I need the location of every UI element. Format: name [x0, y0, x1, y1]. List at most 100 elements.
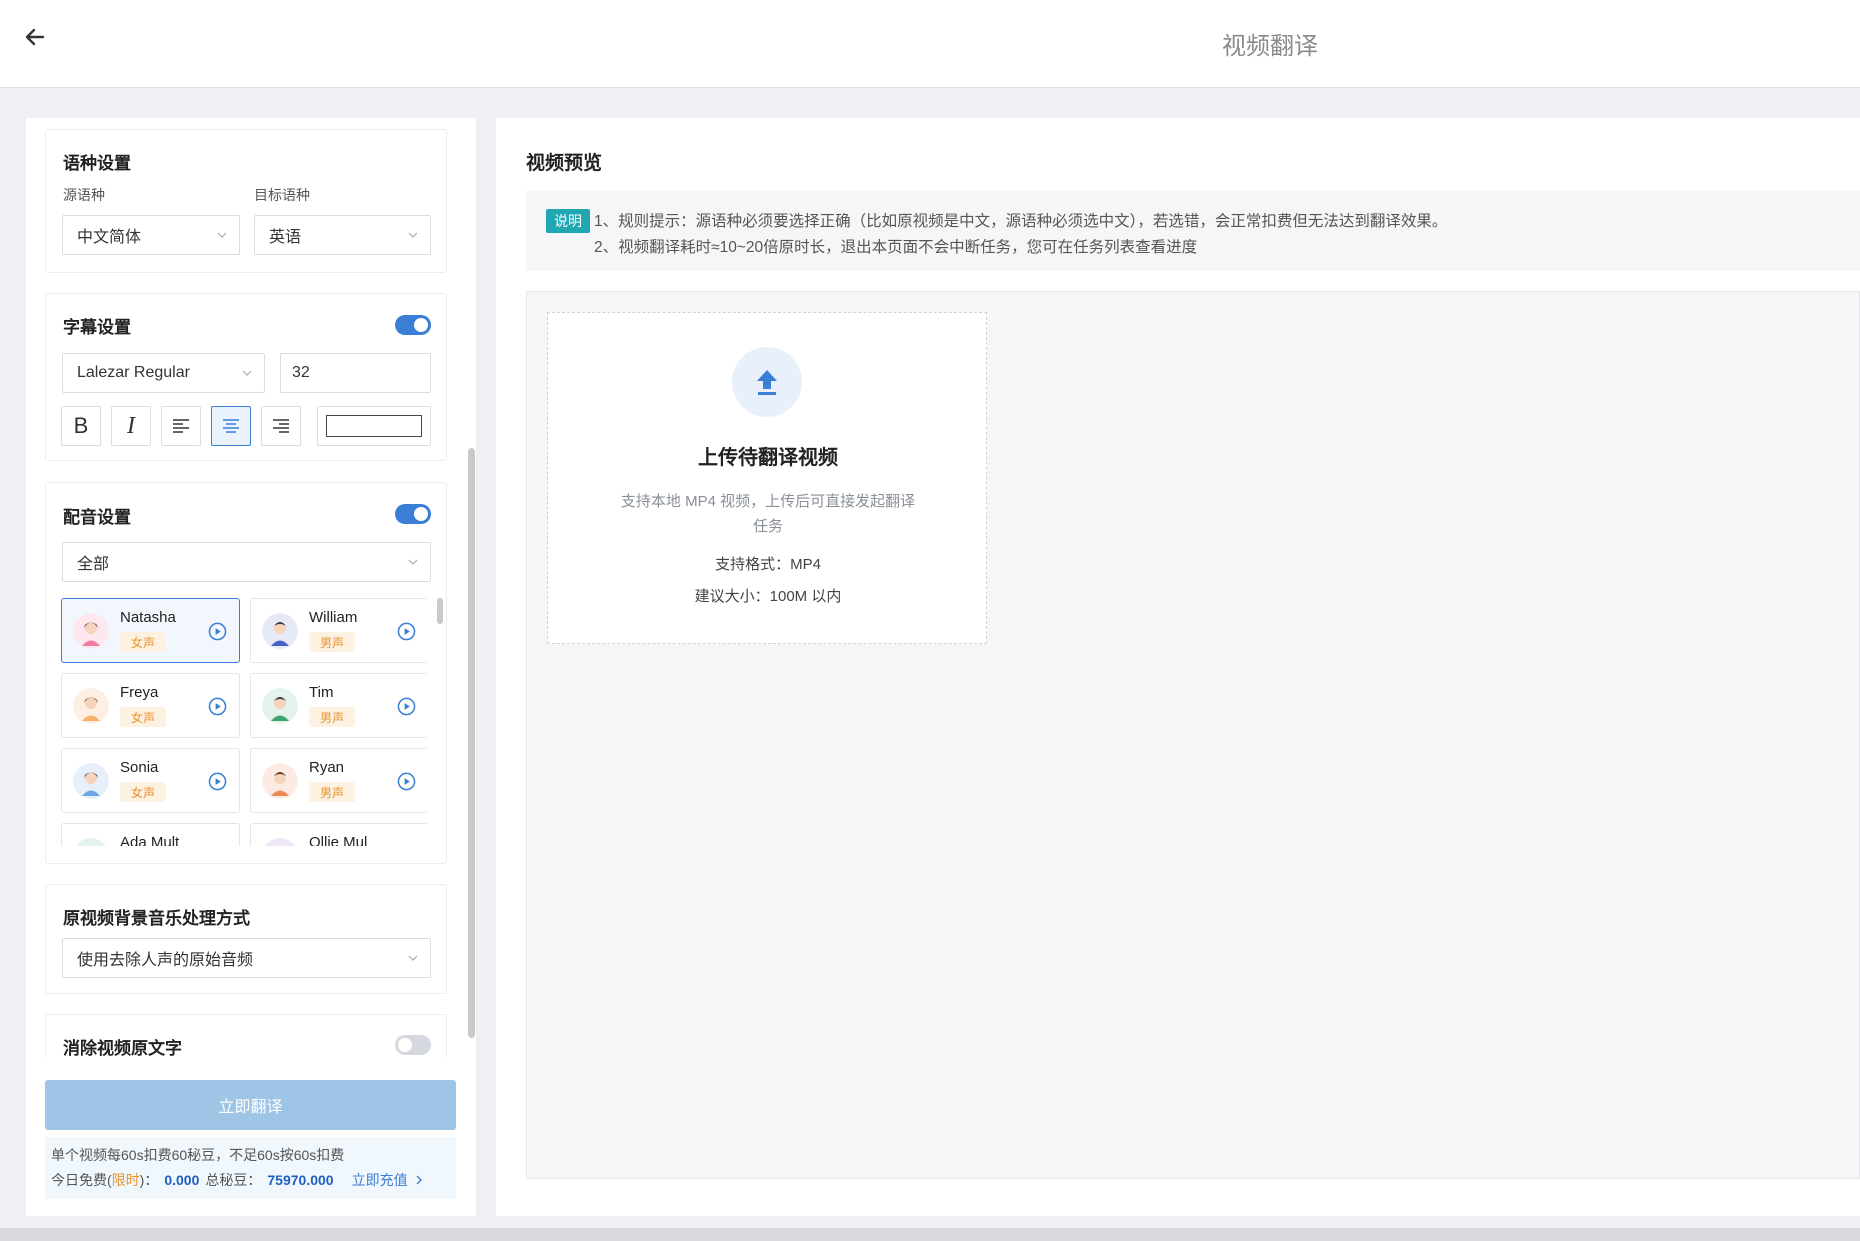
voice-filter-select[interactable]: 全部: [62, 542, 431, 582]
bold-button[interactable]: B: [61, 406, 101, 446]
upload-size-text: 建议大小：100M 以内: [694, 588, 842, 605]
subtitle-font-select[interactable]: Lalezar Regular: [62, 353, 265, 393]
align-left-button[interactable]: [161, 406, 201, 446]
chevron-down-icon: [408, 955, 418, 961]
play-icon[interactable]: [397, 622, 416, 641]
language-settings-section: 语种设置 源语种 目标语种 中文简体 英语: [45, 129, 447, 273]
settings-scroll-area[interactable]: 语种设置 源语种 目标语种 中文简体 英语 字幕设置 Lalezar Regul…: [26, 118, 476, 1058]
bgm-mode-select[interactable]: 使用去除人声的原始音频: [62, 938, 431, 978]
total-label: 总秘豆：: [205, 1172, 262, 1188]
chevron-down-icon: [242, 370, 252, 376]
erase-text-toggle[interactable]: [395, 1035, 431, 1055]
language-settings-title: 语种设置: [63, 154, 131, 173]
align-center-button[interactable]: [211, 406, 251, 446]
voice-card-natasha[interactable]: Natasha 女声: [61, 598, 240, 663]
chevron-down-icon: [408, 232, 418, 238]
voice-gender-tag: 女声: [120, 782, 166, 802]
notice-badge: 说明: [546, 209, 590, 233]
target-language-label: 目标语种: [254, 187, 310, 203]
upload-description-line-1: 支持本地 MP4 视频，上传后可直接发起翻译: [620, 493, 916, 510]
voice-name: Ada Mult: [120, 834, 180, 846]
voice-filter-value: 全部: [77, 556, 110, 573]
upload-title: 上传待翻译视频: [698, 447, 838, 469]
notice-box: 说明 1、规则提示：源语种必须要选择正确（比如原视频是中文，源语种必须选中文），…: [526, 191, 1860, 271]
subtitle-size-input[interactable]: 32: [280, 353, 431, 393]
recharge-label: 立即充值: [351, 1172, 408, 1188]
align-right-button[interactable]: [261, 406, 301, 446]
female-avatar-icon: [73, 763, 109, 799]
notice-line-2: 2、视频翻译耗时≈10~20倍原时长，退出本页面不会中断任务，您可在任务列表查看…: [594, 239, 1198, 256]
total-balance-value: 75970.000: [267, 1172, 334, 1188]
top-bar: 视频翻译: [0, 0, 1860, 88]
free-balance-value: 0.000: [164, 1172, 200, 1188]
source-language-select[interactable]: 中文简体: [62, 215, 240, 255]
voice-card-ollie[interactable]: Ollie Mul: [250, 823, 427, 846]
voice-gender-tag: 男声: [309, 632, 355, 652]
voice-gender-tag: 男声: [309, 782, 355, 802]
male-avatar-icon: [265, 838, 295, 846]
female-avatar-icon: [73, 613, 109, 649]
voice-name: William: [309, 609, 358, 626]
play-icon[interactable]: [208, 697, 227, 716]
play-icon[interactable]: [208, 772, 227, 791]
source-language-label: 源语种: [63, 187, 105, 203]
subtitle-size-value: 32: [292, 364, 310, 381]
subtitle-toggle[interactable]: [395, 315, 431, 335]
dubbing-toggle[interactable]: [395, 504, 431, 524]
preview-panel: 视频预览 说明 1、规则提示：源语种必须要选择正确（比如原视频是中文，源语种必须…: [496, 118, 1860, 1216]
upload-icon: [757, 370, 777, 395]
billing-rule-text: 单个视频每60s扣费60秘豆，不足60s按60s扣费: [51, 1147, 345, 1163]
voice-list[interactable]: Natasha 女声 William 男声 Freya 女声 Tim 男声 So…: [61, 598, 427, 846]
video-preview-area: 上传待翻译视频 支持本地 MP4 视频，上传后可直接发起翻译 任务 支持格式：M…: [526, 291, 1860, 1179]
male-avatar-icon: [262, 688, 298, 724]
female-avatar-icon: [76, 838, 106, 846]
balance-line: 今日免费(限时)： 0.000 总秘豆： 75970.000 立即充值: [51, 1170, 424, 1190]
italic-glyph: I: [127, 412, 135, 439]
italic-button[interactable]: I: [111, 406, 151, 446]
target-language-value: 英语: [269, 229, 302, 246]
erase-text-title: 消除视频原文字: [63, 1039, 182, 1058]
voice-gender-tag: 男声: [309, 707, 355, 727]
limited-label: 限时: [111, 1172, 140, 1188]
source-language-value: 中文简体: [77, 229, 142, 246]
settings-panel: 语种设置 源语种 目标语种 中文简体 英语 字幕设置 Lalezar Regul…: [26, 118, 476, 1216]
upload-video-dropzone[interactable]: 上传待翻译视频 支持本地 MP4 视频，上传后可直接发起翻译 任务 支持格式：M…: [547, 312, 987, 644]
align-left-icon: [173, 419, 189, 433]
voice-card-ryan[interactable]: Ryan 男声: [250, 748, 427, 813]
voice-name: Sonia: [120, 759, 159, 776]
play-icon[interactable]: [397, 772, 416, 791]
male-avatar-icon: [262, 763, 298, 799]
voice-card-tim[interactable]: Tim 男声: [250, 673, 427, 738]
page-title: 视频翻译: [1222, 33, 1318, 60]
chevron-down-icon: [217, 232, 227, 238]
recharge-link[interactable]: 立即充值: [352, 1170, 424, 1190]
bgm-settings-section: 原视频背景音乐处理方式 使用去除人声的原始音频: [45, 884, 447, 994]
voice-card-sonia[interactable]: Sonia 女声: [61, 748, 240, 813]
align-right-icon: [273, 419, 289, 433]
arrow-left-icon: [25, 28, 45, 46]
back-button[interactable]: [20, 22, 50, 52]
preview-title: 视频预览: [526, 153, 603, 174]
dubbing-settings-title: 配音设置: [63, 508, 131, 527]
voice-list-scrollbar[interactable]: [437, 598, 443, 624]
voice-name: Freya: [120, 684, 159, 701]
play-icon[interactable]: [208, 622, 227, 641]
settings-scrollbar[interactable]: [468, 448, 475, 1038]
play-icon[interactable]: [397, 697, 416, 716]
voice-name: Ollie Mul: [309, 834, 368, 846]
voice-card-william[interactable]: William 男声: [250, 598, 427, 663]
subtitle-color-picker[interactable]: [317, 406, 431, 446]
voice-card-freya[interactable]: Freya 女声: [61, 673, 240, 738]
bold-glyph: B: [73, 413, 89, 438]
male-avatar-icon: [262, 613, 298, 649]
page-horizontal-scrollbar[interactable]: [0, 1228, 1860, 1241]
target-language-select[interactable]: 英语: [254, 215, 431, 255]
upload-format-text: 支持格式：MP4: [715, 556, 821, 573]
align-center-icon: [223, 419, 239, 433]
translate-now-button[interactable]: 立即翻译: [45, 1080, 456, 1130]
color-swatch: [326, 415, 422, 437]
voice-name: Ryan: [309, 759, 345, 776]
voice-card-ada[interactable]: Ada Mult: [61, 823, 240, 846]
notice-line-1: 1、规则提示：源语种必须要选择正确（比如原视频是中文，源语种必须选中文），若选错…: [594, 213, 1448, 230]
free-label-end: )：: [139, 1172, 159, 1188]
